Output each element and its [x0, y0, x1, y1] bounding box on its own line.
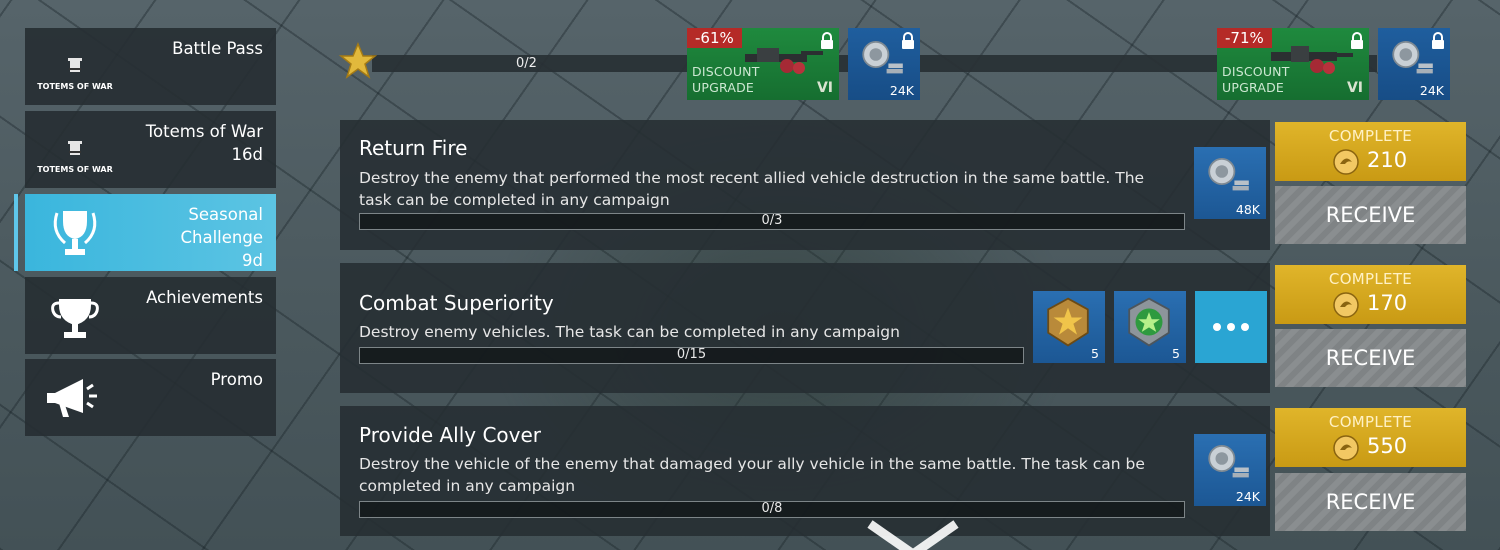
complete-value: 210: [1367, 148, 1408, 172]
task-card: Provide Ally Cover Destroy the vehicle o…: [340, 406, 1270, 536]
gold-star-medal-icon: [1047, 297, 1089, 347]
gold-coin-icon: [1333, 149, 1359, 175]
task-progress-bar: 0/3: [359, 213, 1185, 230]
trophy-icon: [51, 299, 99, 338]
receive-button[interactable]: RECEIVE: [1275, 186, 1466, 244]
reward-tile[interactable]: 5: [1033, 291, 1105, 363]
sidebar-item-label: Achievements: [146, 288, 263, 307]
complete-button[interactable]: COMPLETE 210: [1275, 122, 1466, 181]
lock-icon: [1432, 32, 1444, 49]
star-icon: [339, 42, 377, 79]
discount-label: DISCOUNT UPGRADE: [692, 64, 760, 95]
sidebar-item-label: Totems of War 16d: [145, 122, 263, 164]
complete-label: COMPLETE: [1328, 413, 1413, 431]
reward-amount: 48K: [1235, 202, 1260, 217]
svg-text:TOTEMS OF WAR: TOTEMS OF WAR: [37, 82, 113, 91]
task-description: Destroy enemy vehicles. The task can be …: [359, 323, 900, 341]
tier-label: VI: [816, 80, 833, 96]
dot-icon: [1227, 323, 1235, 331]
discount-badge: -61%: [687, 28, 742, 48]
task-title: Combat Superiority: [359, 291, 554, 315]
complete-value: 550: [1367, 434, 1408, 458]
task-description: Destroy the enemy that performed the mos…: [359, 169, 1145, 209]
discount-upgrade-reward[interactable]: -71% DISCOUNT UPGRADE VI: [1217, 28, 1369, 100]
more-rewards-button[interactable]: [1195, 291, 1267, 363]
task-title: Provide Ally Cover: [359, 423, 542, 447]
dot-icon: [1213, 323, 1221, 331]
task-progress-text: 0/15: [676, 347, 707, 362]
receive-button[interactable]: RECEIVE: [1275, 329, 1466, 387]
task-progress-bar: 0/8: [359, 501, 1185, 518]
totems-of-war-logo: TOTEMS OF WAR: [37, 141, 113, 174]
chevron-down-icon[interactable]: [866, 518, 960, 550]
gold-coin-icon: [1333, 435, 1359, 461]
task-card: Return Fire Destroy the enemy that perfo…: [340, 120, 1270, 250]
sidebar-item-seasonal-challenge[interactable]: Seasonal Challenge 9d: [25, 194, 276, 271]
gold-coin-icon: [1333, 292, 1359, 318]
silver-reward[interactable]: 24K: [1378, 28, 1450, 100]
sidebar-item-promo[interactable]: Promo: [25, 359, 276, 436]
sidebar-item-timer: 9d: [242, 251, 263, 270]
lock-icon: [902, 32, 914, 49]
reward-amount: 5: [1091, 346, 1099, 361]
lock-icon: [1351, 32, 1363, 49]
tier-label: VI: [1346, 80, 1363, 96]
complete-label: COMPLETE: [1328, 270, 1413, 288]
active-indicator: [14, 194, 18, 271]
discount-label: DISCOUNT UPGRADE: [1222, 64, 1290, 95]
sidebar-item-label: Promo: [210, 370, 263, 389]
silver-coins-icon: [1208, 445, 1249, 478]
megaphone-icon: [47, 379, 97, 417]
complete-button[interactable]: COMPLETE 170: [1275, 265, 1466, 324]
dot-icon: [1241, 323, 1249, 331]
sidebar-item-achievements[interactable]: Achievements: [25, 277, 276, 354]
totems-of-war-logo: TOTEMS OF WAR: [37, 58, 113, 91]
star-progress-text: 0/2: [516, 56, 537, 71]
receive-button[interactable]: RECEIVE: [1275, 473, 1466, 531]
task-progress-text: 0/8: [761, 501, 783, 516]
complete-button[interactable]: COMPLETE 550: [1275, 408, 1466, 467]
sidebar-item-label: Battle Pass: [172, 39, 263, 58]
reward-amount: 24K: [889, 83, 914, 98]
green-star-medal-icon: [1128, 297, 1170, 347]
discount-upgrade-reward[interactable]: -61% DISCOUNT UPGRADE VI: [687, 28, 839, 100]
trophy-wreath-icon: [53, 211, 97, 255]
reward-amount: 24K: [1235, 489, 1260, 504]
silver-reward[interactable]: 24K: [848, 28, 920, 100]
sidebar-item-timer: 16d: [231, 145, 263, 164]
task-progress-text: 0/3: [761, 213, 783, 228]
reward-tile[interactable]: 24K: [1194, 434, 1266, 506]
reward-tile[interactable]: 48K: [1194, 147, 1266, 219]
discount-badge: -71%: [1217, 28, 1272, 48]
complete-label: COMPLETE: [1328, 127, 1413, 145]
task-title: Return Fire: [359, 136, 468, 160]
sidebar-item-battle-pass[interactable]: TOTEMS OF WAR Battle Pass: [25, 28, 276, 105]
task-description: Destroy the vehicle of the enemy that da…: [359, 455, 1145, 495]
reward-tile[interactable]: 5: [1114, 291, 1186, 363]
complete-value: 170: [1367, 291, 1408, 315]
lock-icon: [821, 32, 833, 49]
sidebar-item-totems-of-war[interactable]: TOTEMS OF WAR Totems of War 16d: [25, 111, 276, 188]
svg-text:TOTEMS OF WAR: TOTEMS OF WAR: [37, 165, 113, 174]
silver-coins-icon: [1208, 158, 1249, 191]
task-progress-bar: 0/15: [359, 347, 1024, 364]
reward-amount: 5: [1172, 346, 1180, 361]
sidebar-item-label: Seasonal Challenge 9d: [167, 203, 264, 272]
reward-amount: 24K: [1419, 83, 1444, 98]
